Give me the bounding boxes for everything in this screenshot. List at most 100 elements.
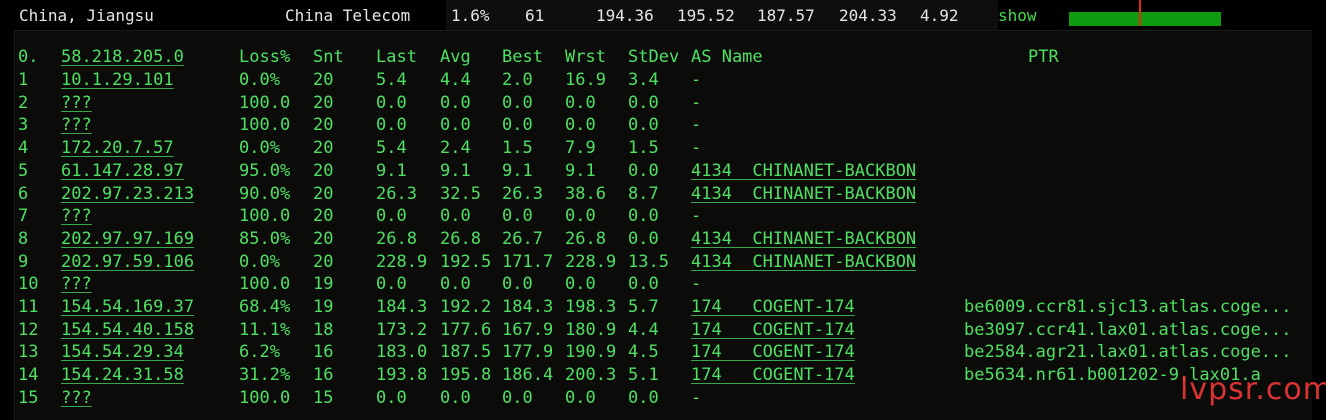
hop-stdev: 0.0 [628, 160, 659, 181]
hop-avg: 192.5 [440, 251, 492, 272]
hop-as-name[interactable]: 174 COGENT-174 [691, 364, 855, 386]
hop-last: 0.0 [376, 115, 407, 136]
hop-avg: 9.1 [440, 160, 471, 181]
hop-host-link[interactable]: 202.97.23.213 [61, 183, 194, 205]
hop-last: 9.1 [376, 160, 407, 181]
table-row: 10??? 100.0 19 0.0 0.0 0.0 0.0 0.0 - [0, 273, 1326, 295]
table-row: 9 202.97.59.106 0.0% 20 228.9 192.5 171.7 228.9… [0, 251, 1326, 273]
hop-worst: 38.6 [565, 183, 606, 204]
hop-loss: 85.0% [239, 228, 291, 249]
hop-index: 8 [18, 228, 29, 249]
header-snt: Snt [313, 47, 344, 67]
table-row: 15??? 100.0 15 0.0 0.0 0.0 0.0 0.0 - [0, 387, 1326, 409]
hop-avg: 187.5 [440, 342, 492, 363]
hop-best: 2.0 [502, 70, 533, 90]
hop-last: 173.2 [376, 319, 428, 340]
latency-marker [1139, 0, 1141, 26]
hop-last: 0.0 [376, 206, 407, 227]
hop-worst: 0.0 [565, 115, 596, 136]
hop-best: 184.3 [502, 297, 554, 317]
hop-last: 0.0 [376, 274, 407, 295]
summary-sent: 61 [525, 6, 545, 25]
hop-avg: 0.0 [440, 206, 471, 227]
hop-stdev: 0.0 [628, 228, 659, 249]
hop-worst: 0.0 [565, 387, 596, 408]
hop-best: 1.5 [502, 138, 533, 159]
hop-as-name[interactable]: 174 COGENT-174 [691, 319, 855, 341]
hop-as-name[interactable]: 174 COGENT-174 [691, 296, 855, 318]
hop-as-name: - [691, 274, 702, 295]
hop-sent: 16 [313, 365, 334, 386]
hop-host-link[interactable]: ??? [61, 205, 92, 227]
hop-loss: 100.0 [239, 92, 291, 113]
hop-host-link[interactable]: 154.54.40.158 [61, 319, 194, 341]
header-wrst: Wrst [565, 47, 606, 67]
hop-index: 4 [18, 138, 29, 159]
header-best: Best [502, 47, 543, 67]
summary-bar: China, Jiangsu China Telecom 1.6% 61 194… [0, 0, 1326, 30]
hop-worst: 190.9 [565, 342, 617, 363]
hop-avg: 0.0 [440, 274, 471, 295]
hop-host-link[interactable]: 154.24.31.58 [61, 364, 184, 386]
table-header-row: 0. 58.218.205.0 Loss% Snt Last Avg Best … [0, 46, 1326, 68]
hop-best: 186.4 [502, 365, 554, 386]
hop-best: 0.0 [502, 92, 533, 113]
hop-last: 5.4 [376, 70, 407, 90]
hop-as-name[interactable]: 4134 CHINANET-BACKBON [691, 251, 916, 273]
table-row: 14 154.24.31.58 31.2% 16 193.8 195.8 186.4 200.… [0, 364, 1326, 386]
table-row: 12 154.54.40.158 11.1% 18 173.2 177.6 167.9 180… [0, 319, 1326, 341]
hop-index: 7 [18, 206, 29, 227]
hop-loss: 6.2% [239, 342, 280, 363]
hop-host-link[interactable]: ??? [61, 114, 92, 136]
hop-index: 13 [18, 342, 39, 363]
hop-loss: 90.0% [239, 183, 291, 204]
hop-host-link[interactable]: 154.54.29.34 [61, 341, 184, 363]
hop-index: 9 [18, 251, 29, 272]
hop-sent: 20 [313, 183, 334, 204]
hop-stdev: 3.4 [628, 70, 659, 90]
summary-last: 194.36 [596, 6, 654, 25]
hop-loss: 100.0 [239, 274, 291, 295]
hop-worst: 180.9 [565, 319, 617, 340]
hop-sent: 20 [313, 206, 334, 227]
hop-worst: 200.3 [565, 365, 617, 386]
hop-host-link[interactable]: 202.97.97.169 [61, 228, 194, 250]
hop-avg: 0.0 [440, 387, 471, 408]
hop-sent: 19 [313, 274, 334, 295]
header-target-host-link[interactable]: 58.218.205.0 [61, 46, 184, 68]
hop-as-name: - [691, 92, 702, 113]
hop-stdev: 1.5 [628, 138, 659, 159]
hop-host-link[interactable]: 154.54.169.37 [61, 296, 194, 318]
show-toggle-link[interactable]: show [998, 6, 1037, 25]
hop-worst: 26.8 [565, 228, 606, 249]
hop-as-name[interactable]: 4134 CHINANET-BACKBON [691, 228, 916, 250]
hop-worst: 7.9 [565, 138, 596, 159]
header-loss: Loss% [239, 47, 291, 67]
hop-loss: 11.1% [239, 319, 291, 340]
hop-worst: 0.0 [565, 206, 596, 227]
hop-host-link[interactable]: 202.97.59.106 [61, 251, 194, 273]
hop-sent: 20 [313, 138, 334, 159]
hop-host-link[interactable]: ??? [61, 273, 92, 295]
hop-host-link[interactable]: 172.20.7.57 [61, 137, 174, 159]
hop-stdev: 0.0 [628, 387, 659, 408]
hop-host-link[interactable]: ??? [61, 92, 92, 114]
hop-host-link[interactable]: 10.1.29.101 [61, 69, 174, 91]
hop-sent: 20 [313, 160, 334, 181]
header-last: Last [376, 47, 417, 67]
hop-as-name[interactable]: 4134 CHINANET-BACKBON [691, 160, 916, 182]
hop-as-name[interactable]: 174 COGENT-174 [691, 341, 855, 363]
hop-stdev: 0.0 [628, 274, 659, 295]
hop-stdev: 5.7 [628, 297, 659, 317]
hop-host-link[interactable]: ??? [61, 387, 92, 409]
hop-sent: 15 [313, 387, 334, 408]
hop-stdev: 13.5 [628, 251, 669, 272]
hop-stdev: 5.1 [628, 365, 659, 386]
hop-host-link[interactable]: 61.147.28.97 [61, 160, 184, 182]
hop-index: 11 [18, 297, 39, 317]
hop-ptr: be3097.ccr41.lax01.atlas.coge... [964, 319, 1292, 340]
summary-location: China, Jiangsu [19, 6, 154, 25]
hop-worst: 0.0 [565, 92, 596, 113]
hop-stdev: 0.0 [628, 206, 659, 227]
hop-as-name[interactable]: 4134 CHINANET-BACKBON [691, 183, 916, 205]
